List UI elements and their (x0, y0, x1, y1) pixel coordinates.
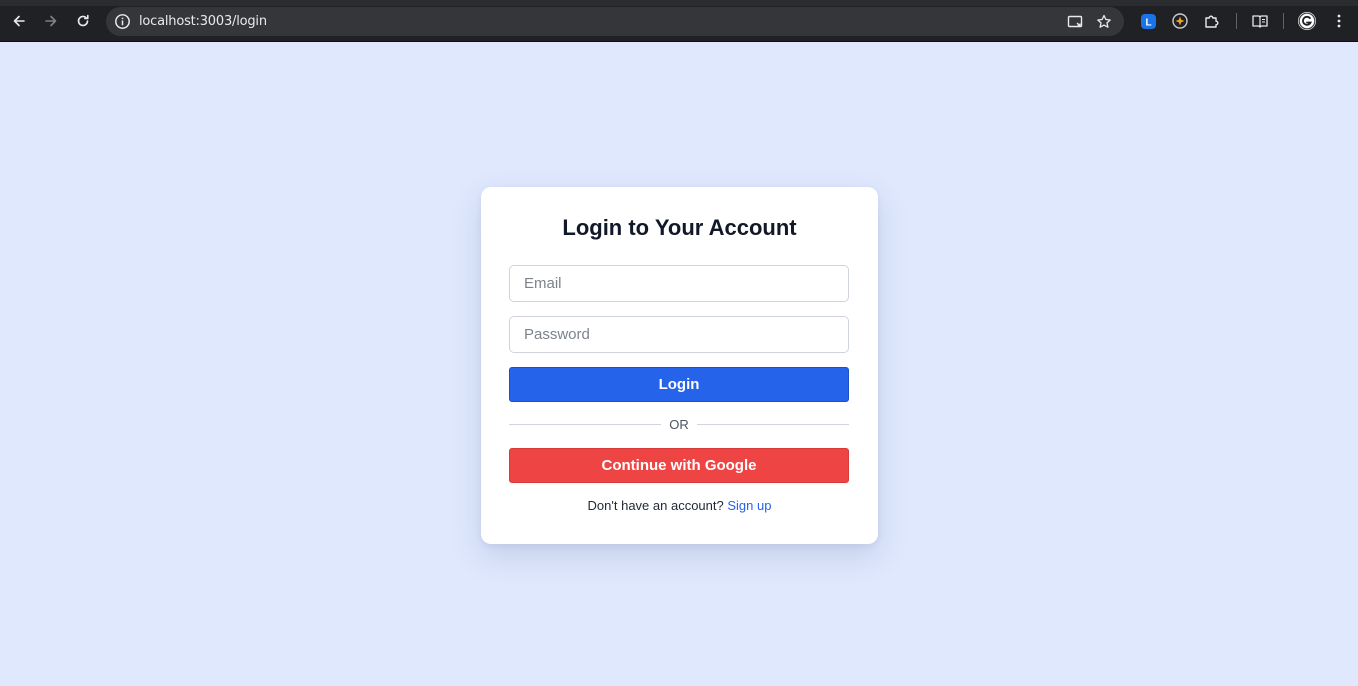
password-input[interactable] (509, 316, 849, 353)
extension-icon[interactable]: L (1138, 11, 1158, 31)
toolbar-separator (1236, 13, 1237, 29)
reload-icon[interactable] (72, 10, 94, 32)
tab-strip (0, 0, 1358, 6)
ai-extension-icon[interactable] (1170, 11, 1190, 31)
puzzle-icon[interactable] (1202, 11, 1222, 31)
toolbar-separator (1283, 13, 1284, 29)
divider-text: OR (669, 417, 689, 432)
more-menu-icon[interactable] (1329, 11, 1349, 31)
signup-link[interactable]: Sign up (727, 498, 771, 513)
login-card: Login to Your Account Login OR Continue … (481, 187, 878, 544)
signup-prompt-text: Don't have an account? (587, 498, 724, 513)
google-login-button[interactable]: Continue with Google (509, 448, 849, 483)
svg-text:L: L (1145, 17, 1151, 28)
forward-arrow-icon[interactable] (40, 10, 62, 32)
signup-prompt: Don't have an account? Sign up (481, 498, 878, 513)
email-input[interactable] (509, 265, 849, 302)
bookmark-star-icon[interactable] (1095, 13, 1113, 31)
site-info-icon[interactable] (114, 13, 131, 30)
browser-toolbar: localhost:3003/login L (0, 0, 1358, 42)
address-bar[interactable]: localhost:3003/login (106, 7, 1124, 36)
login-button[interactable]: Login (509, 367, 849, 402)
page-title: Login to Your Account (562, 215, 797, 240)
back-arrow-icon[interactable] (8, 10, 30, 32)
profile-avatar-icon[interactable] (1297, 11, 1317, 31)
or-divider: OR (509, 416, 849, 432)
url-text[interactable]: localhost:3003/login (139, 14, 267, 29)
reading-list-icon[interactable] (1250, 11, 1270, 31)
install-app-icon[interactable] (1066, 13, 1084, 31)
